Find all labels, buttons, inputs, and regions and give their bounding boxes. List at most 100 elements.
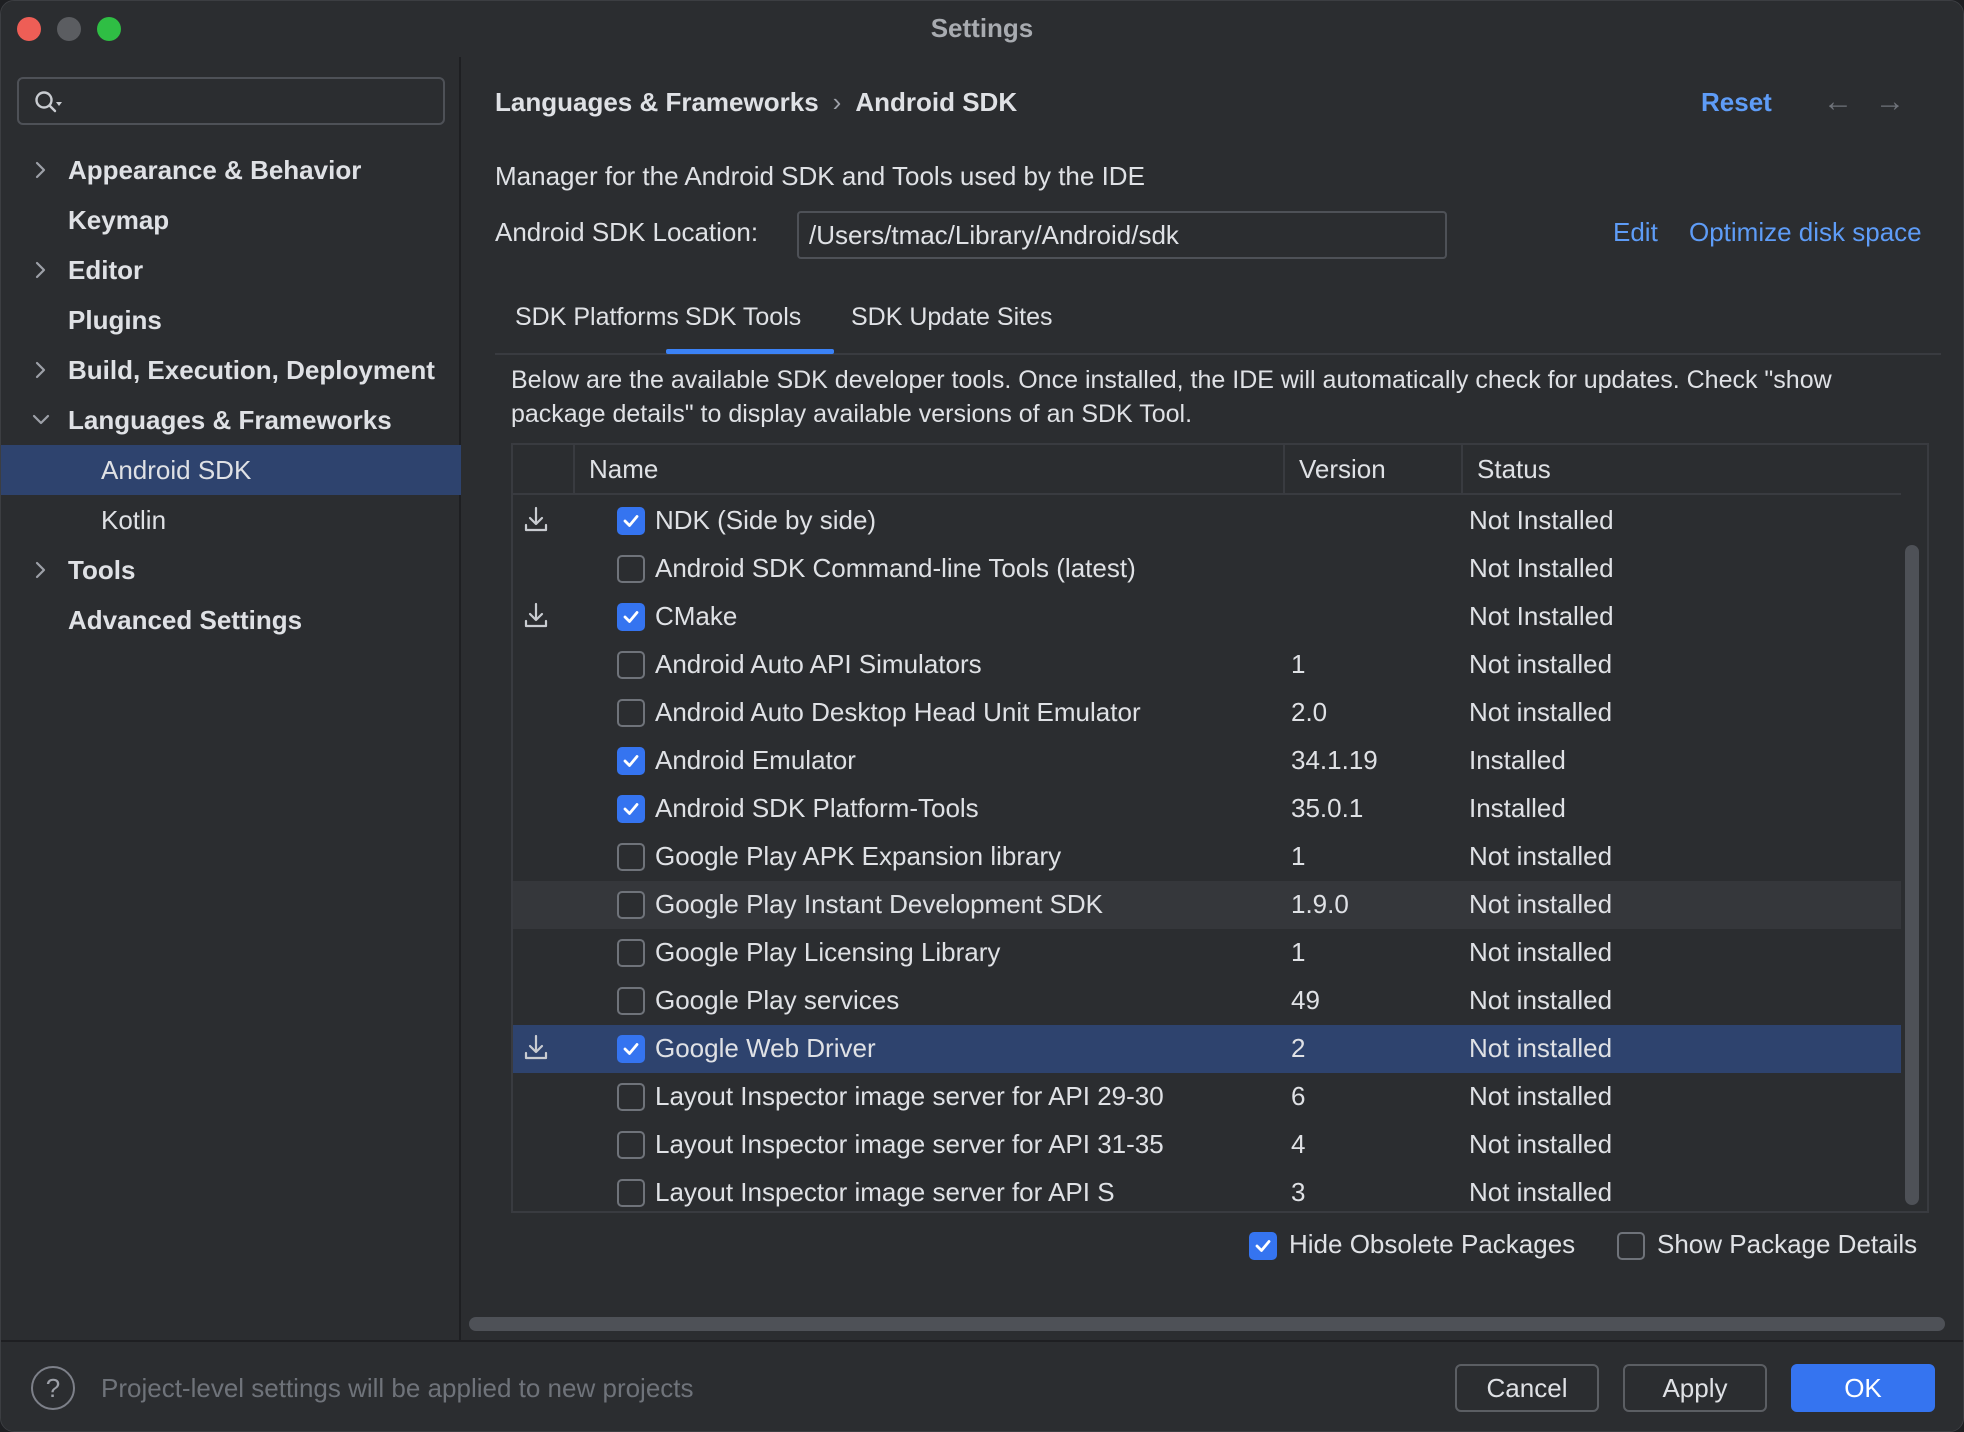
sidebar-item-kotlin[interactable]: Kotlin bbox=[1, 495, 461, 545]
search-input[interactable] bbox=[17, 77, 445, 125]
table-row[interactable]: NDK (Side by side) Not Installed bbox=[513, 497, 1901, 545]
download-icon bbox=[523, 505, 549, 535]
package-version: 35.0.1 bbox=[1291, 793, 1364, 823]
table-row[interactable]: Layout Inspector image server for API 29… bbox=[513, 1073, 1901, 1121]
package-name: Android SDK Command-line Tools (latest) bbox=[655, 553, 1136, 583]
sidebar-item-label: Android SDK bbox=[101, 455, 252, 485]
settings-window: Settings Appearance & Behavior Keymap Edit… bbox=[0, 0, 1964, 1432]
column-header-status[interactable]: Status bbox=[1461, 445, 1901, 495]
package-checkbox[interactable] bbox=[617, 1179, 645, 1207]
package-checkbox[interactable] bbox=[617, 651, 645, 679]
sidebar-item-keymap[interactable]: Keymap bbox=[1, 195, 461, 245]
forward-arrow-icon[interactable]: → bbox=[1875, 85, 1905, 119]
help-icon[interactable]: ? bbox=[31, 1366, 75, 1410]
package-version: 1.9.0 bbox=[1291, 889, 1349, 919]
package-checkbox[interactable] bbox=[617, 939, 645, 967]
table-row[interactable]: Google Play APK Expansion library 1 Not in… bbox=[513, 833, 1901, 881]
sidebar-item-advanced-settings[interactable]: Advanced Settings bbox=[1, 595, 461, 645]
package-checkbox[interactable] bbox=[617, 603, 645, 631]
optimize-disk-space-link[interactable]: Optimize disk space bbox=[1689, 217, 1922, 248]
sidebar-item-label: Kotlin bbox=[101, 505, 167, 535]
package-checkbox[interactable] bbox=[617, 507, 645, 535]
package-checkbox[interactable] bbox=[617, 1083, 645, 1111]
chevron-right-icon[interactable] bbox=[31, 545, 53, 595]
chevron-down-icon[interactable] bbox=[31, 395, 53, 445]
show-details-checkbox[interactable] bbox=[1617, 1232, 1645, 1261]
table-row[interactable]: Android SDK Platform-Tools 35.0.1 Installe… bbox=[513, 785, 1901, 833]
table-row[interactable]: Android SDK Command-line Tools (latest) N… bbox=[513, 545, 1901, 593]
package-status: Not installed bbox=[1469, 937, 1613, 967]
table-row[interactable]: Google Play Licensing Library 1 Not instal… bbox=[513, 929, 1901, 977]
table-row[interactable]: Google Play services 49 Not installed bbox=[513, 977, 1901, 1025]
show-details-label: Show Package Details bbox=[1657, 1229, 1918, 1259]
cancel-button[interactable]: Cancel bbox=[1455, 1364, 1599, 1412]
table-vertical-scrollbar[interactable] bbox=[1905, 545, 1919, 1205]
package-checkbox[interactable] bbox=[617, 747, 645, 775]
package-name: Google Play Instant Development SDK bbox=[655, 889, 1104, 919]
package-checkbox[interactable] bbox=[617, 843, 645, 871]
checkmark-icon bbox=[1255, 1240, 1271, 1253]
package-status: Not installed bbox=[1469, 1081, 1613, 1111]
chevron-right-icon[interactable] bbox=[31, 145, 53, 195]
package-status: Installed bbox=[1469, 745, 1566, 775]
package-checkbox[interactable] bbox=[617, 1035, 645, 1063]
sidebar-item-editor[interactable]: Editor bbox=[1, 245, 461, 295]
table-row[interactable]: Layout Inspector image server for API S 3… bbox=[513, 1169, 1901, 1211]
package-status: Not Installed bbox=[1469, 553, 1614, 583]
package-checkbox[interactable] bbox=[617, 1131, 645, 1159]
sidebar-item-label: Plugins bbox=[68, 305, 162, 335]
tab-sdk-update-sites[interactable]: SDK Update Sites bbox=[851, 303, 1053, 332]
hide-obsolete-checkbox[interactable] bbox=[1249, 1232, 1277, 1261]
package-status: Not installed bbox=[1469, 1177, 1613, 1207]
apply-button[interactable]: Apply bbox=[1623, 1364, 1767, 1412]
breadcrumb: Languages & Frameworks › Android SDK bbox=[495, 87, 1017, 118]
back-arrow-icon[interactable]: ← bbox=[1823, 85, 1853, 119]
package-checkbox[interactable] bbox=[617, 987, 645, 1015]
package-name: NDK (Side by side) bbox=[655, 505, 877, 535]
sidebar-item-label: Editor bbox=[68, 255, 144, 285]
package-name: Google Play APK Expansion library bbox=[655, 841, 1062, 871]
column-header-name[interactable]: Name bbox=[573, 445, 1283, 495]
breadcrumb-parent[interactable]: Languages & Frameworks bbox=[495, 87, 819, 117]
tab-sdk-tools[interactable]: SDK Tools bbox=[685, 303, 801, 332]
table-row[interactable]: Layout Inspector image server for API 31… bbox=[513, 1121, 1901, 1169]
package-name: Android SDK Platform-Tools bbox=[655, 793, 979, 823]
show-package-details-option[interactable]: Show Package Details bbox=[1617, 1229, 1918, 1261]
sidebar-item-tools[interactable]: Tools bbox=[1, 545, 461, 595]
table-row[interactable]: CMake Not Installed bbox=[513, 593, 1901, 641]
package-checkbox[interactable] bbox=[617, 555, 645, 583]
chevron-right-icon[interactable] bbox=[31, 345, 53, 395]
sidebar-item-appearance-behavior[interactable]: Appearance & Behavior bbox=[1, 145, 461, 195]
reset-link[interactable]: Reset bbox=[1701, 87, 1772, 118]
column-header-version[interactable]: Version bbox=[1283, 445, 1461, 495]
package-name: Android Auto API Simulators bbox=[655, 649, 982, 679]
table-row[interactable]: Android Auto Desktop Head Unit Emulator 2… bbox=[513, 689, 1901, 737]
ok-button[interactable]: OK bbox=[1791, 1364, 1935, 1412]
package-status: Not installed bbox=[1469, 985, 1613, 1015]
chevron-right-icon[interactable] bbox=[31, 245, 53, 295]
sidebar-item-build-execution-deployment[interactable]: Build, Execution, Deployment bbox=[1, 345, 461, 395]
package-name: Google Web Driver bbox=[655, 1033, 876, 1063]
sidebar-item-android-sdk[interactable]: Android SDK bbox=[1, 445, 461, 495]
package-version: 2 bbox=[1291, 1033, 1306, 1063]
package-checkbox[interactable] bbox=[617, 891, 645, 919]
table-row[interactable]: Android Emulator 34.1.19 Installed bbox=[513, 737, 1901, 785]
package-name: Google Play Licensing Library bbox=[655, 937, 1001, 967]
package-checkbox[interactable] bbox=[617, 795, 645, 823]
horizontal-scrollbar[interactable] bbox=[469, 1317, 1945, 1331]
package-version: 49 bbox=[1291, 985, 1320, 1015]
table-row[interactable]: Google Web Driver 2 Not installed bbox=[513, 1025, 1901, 1073]
sidebar-item-languages-frameworks[interactable]: Languages & Frameworks bbox=[1, 395, 461, 445]
table-row[interactable]: Google Play Instant Development SDK 1.9.0… bbox=[513, 881, 1901, 929]
table-row[interactable]: Android Auto API Simulators 1 Not installe… bbox=[513, 641, 1901, 689]
edit-location-link[interactable]: Edit bbox=[1613, 217, 1658, 248]
sidebar-item-label: Languages & Frameworks bbox=[68, 405, 392, 435]
tab-sdk-platforms[interactable]: SDK Platforms bbox=[515, 303, 679, 332]
hide-obsolete-packages-option[interactable]: Hide Obsolete Packages bbox=[1249, 1229, 1575, 1261]
sdk-location-field[interactable]: /Users/tmac/Library/Android/sdk bbox=[797, 211, 1447, 259]
package-status: Not Installed bbox=[1469, 601, 1614, 631]
dialog-footer: ? Project-level settings will be applied… bbox=[1, 1340, 1963, 1431]
package-name: Layout Inspector image server for API 29… bbox=[655, 1081, 1164, 1111]
package-checkbox[interactable] bbox=[617, 699, 645, 727]
sidebar-item-plugins[interactable]: Plugins bbox=[1, 295, 461, 345]
